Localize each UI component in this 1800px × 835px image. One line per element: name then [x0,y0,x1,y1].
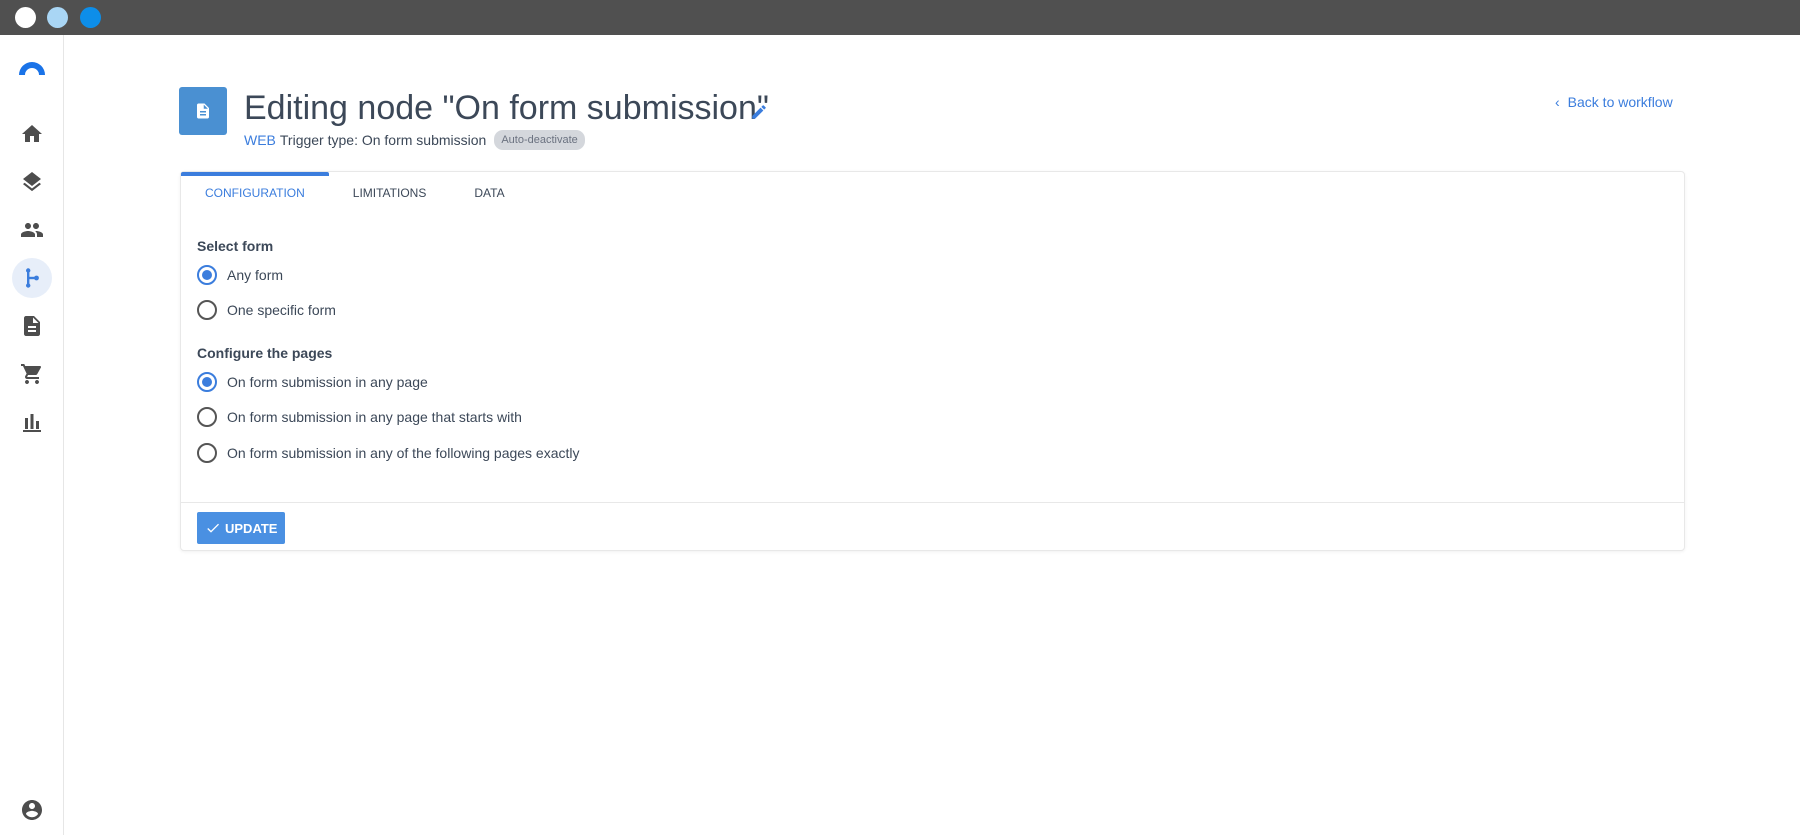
radio-label: On form submission in any page that star… [227,409,522,425]
radio-label: One specific form [227,302,336,318]
sidebar-item-analytics[interactable] [12,402,52,442]
back-link-label: Back to workflow [1567,94,1673,110]
window-titlebar [0,0,1800,35]
page-title: Editing node "On form submission" [244,89,769,127]
sidebar-item-cart[interactable] [12,354,52,394]
pencil-icon [752,105,766,119]
radio-indicator[interactable] [197,443,217,463]
back-to-workflow-link[interactable]: ‹ Back to workflow [1555,94,1673,110]
tab-data[interactable]: DATA [450,172,528,214]
radio-one-specific-form[interactable]: One specific form [197,300,336,320]
sidebar-item-home[interactable] [12,114,52,154]
sidebar-item-workflow[interactable] [12,258,52,298]
radio-indicator[interactable] [197,407,217,427]
radio-indicator[interactable] [197,300,217,320]
radio-any-page[interactable]: On form submission in any page [197,372,428,392]
configuration-card: CONFIGURATION LIMITATIONS DATA Select fo… [180,171,1685,551]
tab-bar: CONFIGURATION LIMITATIONS DATA [181,172,529,214]
radio-indicator[interactable] [197,372,217,392]
tab-configuration[interactable]: CONFIGURATION [181,172,329,214]
window-minimize-button[interactable] [47,7,68,28]
bar-chart-icon [23,414,41,432]
radio-pages-exactly[interactable]: On form submission in any of the followi… [197,443,580,463]
auto-deactivate-badge: Auto-deactivate [494,130,585,150]
document-icon [24,316,40,336]
radio-label: On form submission in any of the followi… [227,445,580,461]
node-type-icon [179,87,227,135]
cart-icon [21,364,42,384]
sidebar [0,35,64,835]
radio-label: On form submission in any page [227,374,428,390]
edit-title-button[interactable] [750,103,768,121]
trigger-type: Trigger type: On form submission [279,132,487,148]
update-button-label: UPDATE [225,520,278,536]
select-form-label: Select form [197,238,274,254]
radio-label: Any form [227,267,284,283]
workflow-icon [26,268,39,288]
sidebar-item-layers[interactable] [12,162,52,202]
radio-page-starts-with[interactable]: On form submission in any page that star… [197,407,522,427]
home-icon [22,125,42,142]
people-icon [21,223,43,237]
document-icon [197,103,209,119]
radio-any-form[interactable]: Any form [197,265,283,285]
configure-pages-label: Configure the pages [197,345,333,361]
layers-icon [23,172,41,192]
sidebar-item-account[interactable] [12,790,52,830]
radio-indicator[interactable] [197,265,217,285]
account-icon [22,800,42,820]
sidebar-item-people[interactable] [12,210,52,250]
window-close-button[interactable] [15,7,36,28]
check-icon [207,523,219,533]
update-button[interactable]: UPDATE [197,512,286,544]
app-logo[interactable] [17,55,47,77]
tab-limitations[interactable]: LIMITATIONS [329,172,451,214]
card-divider [181,502,1684,503]
channel-link[interactable]: WEB [244,132,276,148]
sidebar-item-documents[interactable] [12,306,52,346]
window-maximize-button[interactable] [80,7,101,28]
node-meta: WEB Trigger type: On form submission Aut… [244,130,585,150]
chevron-left-icon: ‹ [1555,94,1560,110]
